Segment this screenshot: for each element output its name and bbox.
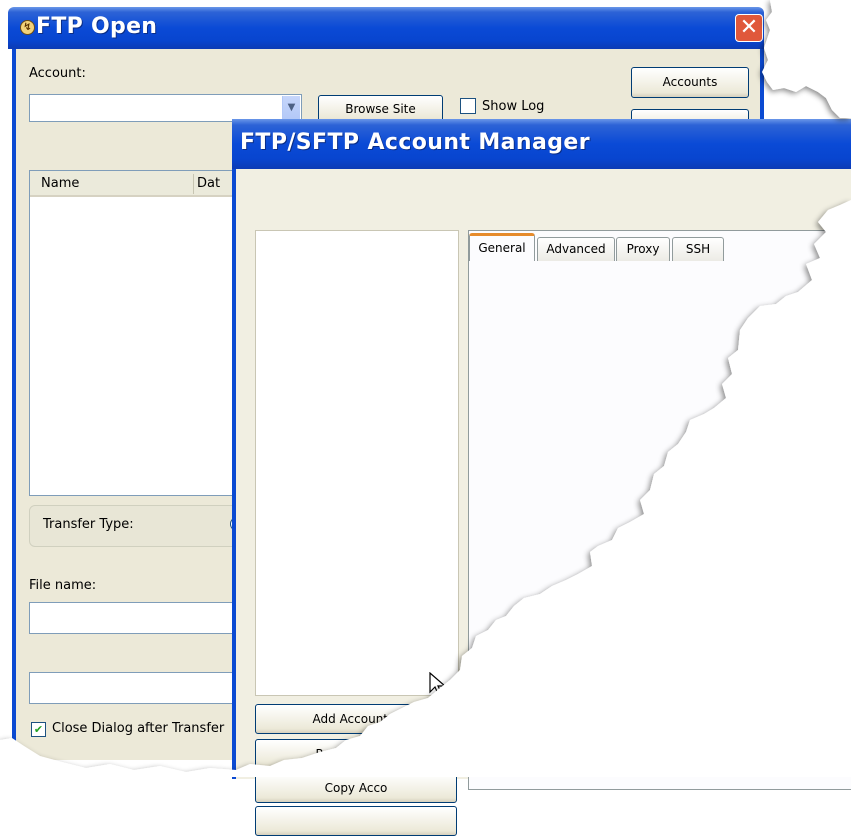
close-after-transfer-checkbox[interactable]: ✔ — [31, 722, 46, 737]
account-manager-body: Add Account... Remove Acco Copy Acco Gen… — [232, 169, 851, 836]
tab-general[interactable]: General — [469, 233, 535, 261]
transfer-type-group: Transfer Type: — [29, 505, 249, 547]
mouse-cursor-icon — [429, 672, 447, 697]
tab-content-panel — [468, 230, 851, 790]
copy-account-button[interactable]: Copy Acco — [255, 773, 457, 803]
account-manager-window: FTP/SFTP Account Manager Add Account... … — [232, 119, 851, 836]
column-divider[interactable] — [193, 174, 194, 194]
chevron-down-icon[interactable]: ▼ — [282, 96, 300, 120]
close-after-transfer-label: Close Dialog after Transfer — [52, 721, 225, 736]
file-list[interactable]: Name Dat — [29, 170, 249, 496]
add-account-button[interactable]: Add Account... — [255, 704, 457, 734]
bottom-input[interactable] — [29, 672, 249, 704]
window-title: FTP Open — [36, 14, 158, 39]
ftp-open-titlebar[interactable]: ↯ FTP Open ✕ — [8, 7, 764, 49]
transfer-type-label: Transfer Type: — [43, 517, 134, 532]
account-combo[interactable]: ▼ — [29, 94, 302, 122]
account-manager-titlebar[interactable]: FTP/SFTP Account Manager — [232, 119, 851, 169]
tab-ssh[interactable]: SSH — [672, 237, 724, 261]
account-list[interactable] — [255, 230, 459, 696]
close-button[interactable]: ✕ — [735, 14, 763, 42]
window-title: FTP/SFTP Account Manager — [240, 130, 590, 155]
remove-account-button[interactable]: Remove Acco — [255, 739, 457, 769]
app-icon: ↯ — [20, 20, 35, 35]
list-header: Name Dat — [30, 171, 248, 197]
accounts-button[interactable]: Accounts — [631, 67, 749, 98]
file-name-input[interactable] — [29, 602, 249, 634]
column-header-date[interactable]: Dat — [197, 176, 220, 191]
column-header-name[interactable]: Name — [41, 176, 79, 191]
account-label: Account: — [29, 66, 86, 81]
show-log-label: Show Log — [482, 99, 545, 114]
tab-proxy[interactable]: Proxy — [616, 237, 670, 261]
tab-advanced[interactable]: Advanced — [537, 237, 615, 261]
show-log-checkbox[interactable] — [460, 98, 476, 114]
file-name-label: File name: — [29, 578, 97, 593]
default-account-button[interactable] — [255, 806, 457, 836]
